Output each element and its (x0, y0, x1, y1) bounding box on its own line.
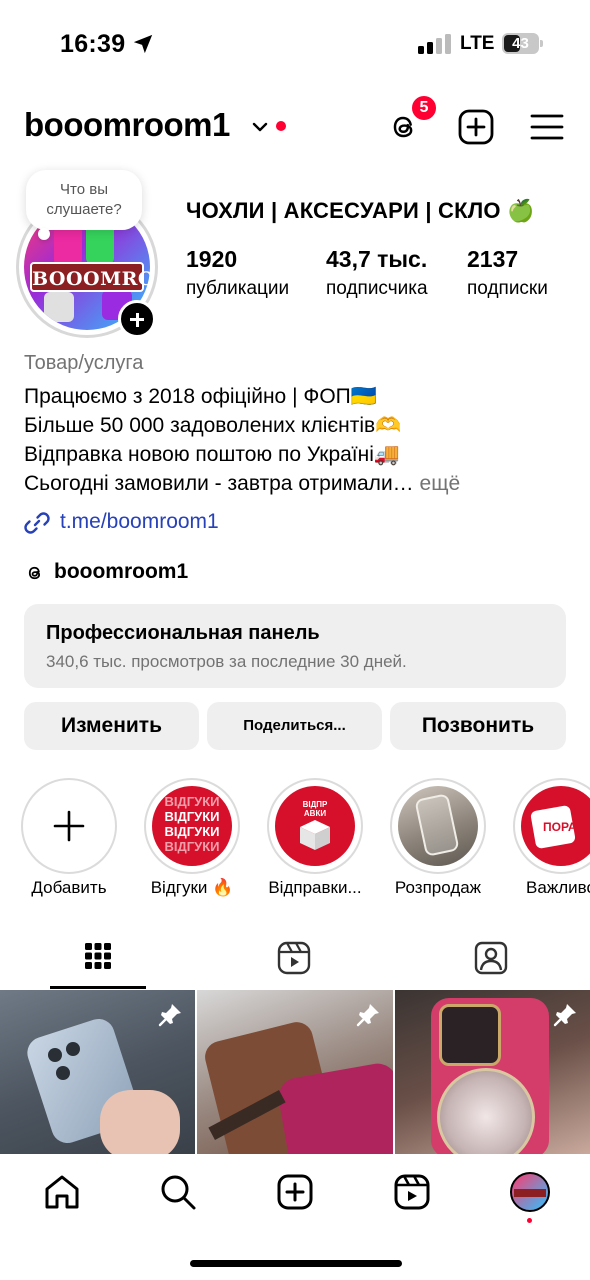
profile-category: Товар/услуга (24, 352, 144, 374)
search-icon[interactable] (158, 1172, 198, 1212)
profile-notification-dot (527, 1218, 532, 1223)
avatar-logo-text: BOOOMROOM (30, 262, 150, 292)
highlight-shipments[interactable]: ВІДПР АВКИ Відправки... (266, 778, 364, 897)
highlight-important[interactable]: ПОРАДИ Важливо (512, 778, 590, 897)
stat-value: 2137 (467, 246, 519, 272)
box-icon (300, 820, 330, 850)
tab-grid[interactable] (0, 930, 196, 990)
profile-avatar[interactable] (510, 1172, 550, 1212)
profile-tabs (0, 930, 590, 990)
home-icon[interactable] (42, 1172, 82, 1212)
tab-tagged[interactable] (394, 930, 590, 990)
professional-dashboard[interactable]: Профессиональная панель 340,6 тыс. просм… (24, 604, 566, 688)
profile-header: booomroom1 5 (0, 94, 590, 156)
highlight-label: Добавить (31, 878, 107, 897)
bio-line: Працюємо з 2018 офіційно | ФОП🇺🇦 (24, 385, 377, 408)
stat-following[interactable]: 2137 подписки (467, 244, 548, 302)
plus-icon (53, 810, 85, 842)
create-icon[interactable] (275, 1172, 315, 1212)
pin-icon (158, 1004, 181, 1027)
share-profile-button[interactable]: Поделиться... (207, 702, 382, 750)
display-name: ЧОХЛИ | АКСЕСУАРИ | СКЛО 🍏 (186, 198, 535, 223)
status-time: 16:39 (60, 30, 126, 58)
battery-icon: 43 (502, 33, 544, 55)
note-bubble-tail (38, 228, 50, 240)
professional-dashboard-title: Профессиональная панель (46, 622, 320, 644)
stat-value: 1920 (186, 246, 238, 272)
menu-icon[interactable] (530, 110, 564, 144)
add-story-icon[interactable] (118, 300, 156, 338)
bio-more-link[interactable]: ещё (420, 472, 461, 495)
link-icon (24, 512, 50, 534)
grid-icon (85, 943, 111, 969)
grid-post[interactable] (197, 990, 393, 1154)
pin-icon (553, 1004, 576, 1027)
create-icon[interactable] (458, 109, 494, 145)
threads-icon (28, 566, 41, 580)
threads-handle: booomroom1 (54, 560, 189, 583)
grid-post[interactable] (395, 990, 590, 1154)
bio-line: Відправка новою поштою по Україні🚚 (24, 443, 401, 466)
location-arrow-icon (133, 34, 153, 54)
highlight-ring: ПОРАДИ (513, 778, 590, 874)
chevron-down-icon[interactable] (250, 117, 270, 137)
stat-value: 43,7 тыс. (326, 246, 428, 272)
highlight-add[interactable]: Добавить (20, 778, 118, 897)
pin-icon (356, 1004, 379, 1027)
network-type: LTE (460, 33, 495, 54)
stat-label: публикации (186, 278, 290, 299)
highlight-sale[interactable]: Розпродаж (389, 778, 487, 897)
tab-reels[interactable] (197, 930, 393, 990)
highlight-ring: ВІДПР АВКИ (267, 778, 363, 874)
highlight-ring (21, 778, 117, 874)
grid-post[interactable] (0, 990, 195, 1154)
unread-dot (276, 121, 286, 131)
highlight-cover: ВІДПР АВКИ (275, 786, 355, 866)
edit-profile-button[interactable]: Изменить (24, 702, 199, 750)
highlight-reviews[interactable]: ВІДГУКИ ВІДГУКИ ВІДГУКИ ВІДГУКИ Відгуки … (143, 778, 241, 897)
active-tab-indicator (50, 986, 146, 989)
battery-level: 43 (512, 35, 529, 52)
highlight-label: Розпродаж (394, 878, 482, 897)
bio-line: Більше 50 000 задоволених клієнтів🫶 (24, 414, 402, 437)
bio-line-text: Сьогодні замовили - завтра отримали… (24, 472, 414, 495)
reels-icon (277, 941, 311, 975)
account-switcher-username[interactable]: booomroom1 (24, 106, 230, 144)
highlight-label: Відгуки 🔥 (150, 878, 234, 897)
status-bar: 16:39 LTE 43 (0, 0, 590, 90)
signal-icon (418, 34, 451, 54)
highlight-cover: ВІДГУКИ ВІДГУКИ ВІДГУКИ ВІДГУКИ (152, 786, 232, 866)
professional-dashboard-subtitle: 340,6 тыс. просмотров за последние 30 дн… (46, 652, 407, 671)
stat-followers[interactable]: 43,7 тыс. подписчика (326, 244, 428, 302)
highlight-label: Важливо (526, 878, 590, 897)
tagged-icon (474, 941, 508, 975)
call-button[interactable]: Позвонить (390, 702, 566, 750)
highlight-cover (398, 786, 478, 866)
profile-link-text[interactable]: t.me/boomroom1 (60, 510, 219, 534)
stat-label: подписки (467, 278, 548, 299)
bio-line-last: Сьогодні замовили - завтра отримали… ещё (24, 469, 460, 498)
home-indicator (190, 1260, 402, 1267)
highlight-cover: ПОРАДИ (521, 786, 590, 866)
note-bubble[interactable]: Что вы слушаете? (26, 170, 142, 230)
stat-posts[interactable]: 1920 публикации (186, 244, 289, 302)
highlight-ring: ВІДГУКИ ВІДГУКИ ВІДГУКИ ВІДГУКИ (144, 778, 240, 874)
highlight-label: Відправки... (268, 878, 362, 897)
stat-label: подписчика (326, 278, 428, 299)
highlight-ring (390, 778, 486, 874)
notification-badge: 5 (410, 94, 438, 122)
reels-icon[interactable] (392, 1172, 432, 1212)
posts-grid (0, 990, 590, 1154)
profile-bio: Працюємо з 2018 офіційно | ФОП🇺🇦 Більше … (24, 382, 460, 498)
